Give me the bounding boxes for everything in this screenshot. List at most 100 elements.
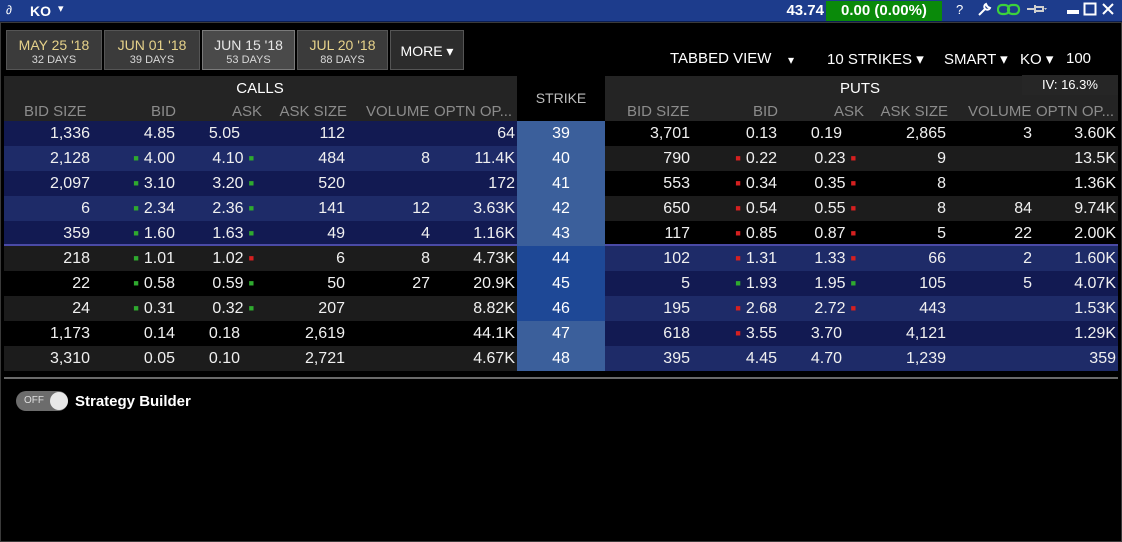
strikes-dropdown[interactable]: 10 STRIKES ▾ <box>827 50 924 68</box>
call-bid-cell[interactable]: ■ 0.58 <box>133 271 175 296</box>
call-bid-cell[interactable]: 0.14 <box>144 321 175 346</box>
maximize-icon[interactable] <box>1083 2 1097 19</box>
more-expiries-button[interactable]: MORE ▾ <box>390 30 464 70</box>
call-bid-cell[interactable]: ■ 0.31 <box>133 296 175 321</box>
put-volume-cell[interactable]: 84 <box>1014 196 1032 221</box>
exchange-dropdown[interactable]: SMART ▾ <box>944 50 1008 68</box>
put-bid-cell[interactable]: ■ 0.85 <box>735 221 777 246</box>
tab-expiry-jun01[interactable]: JUN 01 '18 39 DAYS <box>104 30 200 70</box>
call-bid-cell[interactable]: ■ 2.34 <box>133 196 175 221</box>
call-bid-cell[interactable]: ■ 1.01 <box>133 246 175 271</box>
put-bid-cell[interactable]: ■ 2.68 <box>735 296 777 321</box>
put-bid-cell[interactable]: ■ 0.34 <box>735 171 777 196</box>
call-bid-cell[interactable]: ■ 3.10 <box>133 171 175 196</box>
put-bid-size-cell[interactable]: 618 <box>663 321 690 346</box>
strike-cell[interactable]: 41 <box>517 171 605 196</box>
call-bid-cell[interactable]: ■ 4.00 <box>133 146 175 171</box>
call-ask-cell[interactable]: 5.05 <box>209 121 240 146</box>
call-volume-cell[interactable]: 8 <box>421 246 430 271</box>
put-ask-cell[interactable]: 0.35 ■ <box>814 171 856 196</box>
call-bid-size-cell[interactable]: 1,173 <box>50 321 90 346</box>
symbol-dropdown-icon[interactable]: ▾ <box>58 2 64 15</box>
put-bid-size-cell[interactable]: 3,701 <box>650 121 690 146</box>
put-ask-cell[interactable]: 4.70 <box>811 346 842 371</box>
put-open-interest-cell[interactable]: 3.60K <box>1074 121 1116 146</box>
call-bid-cell[interactable]: 0.05 <box>144 346 175 371</box>
put-volume-cell[interactable]: 2 <box>1023 246 1032 271</box>
put-open-interest-cell[interactable]: 1.36K <box>1074 171 1116 196</box>
underlying-dropdown[interactable]: KO ▾ <box>1020 50 1053 68</box>
put-ask-cell[interactable]: 0.23 ■ <box>814 146 856 171</box>
put-bid-size-cell[interactable]: 117 <box>664 221 690 246</box>
put-bid-size-cell[interactable]: 650 <box>663 196 690 221</box>
call-bid-size-cell[interactable]: 24 <box>72 296 90 321</box>
tab-expiry-jun15[interactable]: JUN 15 '18 53 DAYS <box>202 30 295 70</box>
put-bid-cell[interactable]: ■ 3.55 <box>735 321 777 346</box>
strike-cell[interactable]: 42 <box>517 196 605 221</box>
put-ask-cell[interactable]: 2.72 ■ <box>814 296 856 321</box>
strategy-builder-toggle[interactable]: OFF <box>16 391 68 411</box>
strike-cell[interactable]: 40 <box>517 146 605 171</box>
call-ask-cell[interactable]: 0.10 <box>209 346 240 371</box>
put-volume-cell[interactable]: 22 <box>1014 221 1032 246</box>
call-bid-size-cell[interactable]: 3,310 <box>50 346 90 371</box>
strike-cell[interactable]: 46 <box>517 296 605 321</box>
strike-cell[interactable]: 48 <box>517 346 605 371</box>
put-ask-size-cell[interactable]: 5 <box>937 221 946 246</box>
put-ask-cell[interactable]: 0.19 <box>811 121 842 146</box>
put-bid-size-cell[interactable]: 790 <box>663 146 690 171</box>
call-open-interest-cell[interactable]: 172 <box>488 171 515 196</box>
put-ask-size-cell[interactable]: 9 <box>937 146 946 171</box>
put-ask-size-cell[interactable]: 1,239 <box>906 346 946 371</box>
call-open-interest-cell[interactable]: 1.16K <box>473 221 515 246</box>
put-open-interest-cell[interactable]: 1.53K <box>1074 296 1116 321</box>
call-bid-header[interactable]: BID <box>146 103 176 120</box>
call-ask-size-cell[interactable]: 484 <box>318 146 345 171</box>
put-bid-size-cell[interactable]: 195 <box>663 296 690 321</box>
put-ask-cell[interactable]: 0.55 ■ <box>814 196 856 221</box>
call-ask-size-cell[interactable]: 49 <box>327 221 345 246</box>
put-ask-size-cell[interactable]: 2,865 <box>906 121 946 146</box>
view-mode-chevron-icon[interactable]: ▾ <box>788 53 794 67</box>
call-open-interest-cell[interactable]: 4.67K <box>473 346 515 371</box>
put-ask-size-cell[interactable]: 66 <box>928 246 946 271</box>
put-volume-header[interactable]: VOLUME <box>968 103 1034 120</box>
call-ask-header[interactable]: ASK <box>226 103 262 120</box>
call-ask-cell[interactable]: 0.32 ■ <box>212 296 254 321</box>
call-ask-size-cell[interactable]: 141 <box>318 196 345 221</box>
call-volume-cell[interactable]: 4 <box>421 221 430 246</box>
put-bid-size-cell[interactable]: 395 <box>663 346 690 371</box>
call-ask-cell[interactable]: 3.20 ■ <box>212 171 254 196</box>
put-bid-cell[interactable]: ■ 1.93 <box>735 271 777 296</box>
put-ask-size-header[interactable]: ASK SIZE <box>876 103 948 120</box>
wrench-icon[interactable] <box>977 2 992 20</box>
put-ask-cell[interactable]: 0.87 ■ <box>814 221 856 246</box>
put-ask-header[interactable]: ASK <box>828 103 864 120</box>
put-ask-size-cell[interactable]: 4,121 <box>906 321 946 346</box>
put-open-interest-cell[interactable]: 1.29K <box>1074 321 1116 346</box>
call-ask-cell[interactable]: 1.63 ■ <box>212 221 254 246</box>
call-open-interest-cell[interactable]: 8.82K <box>473 296 515 321</box>
strike-cell[interactable]: 47 <box>517 321 605 346</box>
call-bid-size-cell[interactable]: 1,336 <box>50 121 90 146</box>
call-ask-size-cell[interactable]: 2,619 <box>305 321 345 346</box>
call-ask-size-cell[interactable]: 50 <box>327 271 345 296</box>
call-bid-cell[interactable]: ■ 1.60 <box>133 221 175 246</box>
put-bid-cell[interactable]: ■ 1.31 <box>735 246 777 271</box>
strike-cell[interactable]: 45 <box>517 271 605 296</box>
put-open-interest-header[interactable]: OPTN OP... <box>1036 103 1118 120</box>
call-ask-cell[interactable]: 2.36 ■ <box>212 196 254 221</box>
put-bid-cell[interactable]: ■ 0.22 <box>735 146 777 171</box>
put-open-interest-cell[interactable]: 2.00K <box>1074 221 1116 246</box>
call-ask-size-cell[interactable]: 112 <box>319 121 345 146</box>
put-bid-cell[interactable]: 0.13 <box>746 121 777 146</box>
put-ask-size-cell[interactable]: 105 <box>919 271 946 296</box>
call-volume-header[interactable]: VOLUME <box>366 103 432 120</box>
call-ask-size-header[interactable]: ASK SIZE <box>275 103 347 120</box>
call-ask-cell[interactable]: 1.02 ■ <box>212 246 254 271</box>
call-bid-size-cell[interactable]: 2,128 <box>50 146 90 171</box>
call-open-interest-cell[interactable]: 44.1K <box>473 321 515 346</box>
call-bid-size-header[interactable]: BID SIZE <box>24 103 104 120</box>
put-volume-cell[interactable]: 5 <box>1023 271 1032 296</box>
call-bid-size-cell[interactable]: 6 <box>81 196 90 221</box>
